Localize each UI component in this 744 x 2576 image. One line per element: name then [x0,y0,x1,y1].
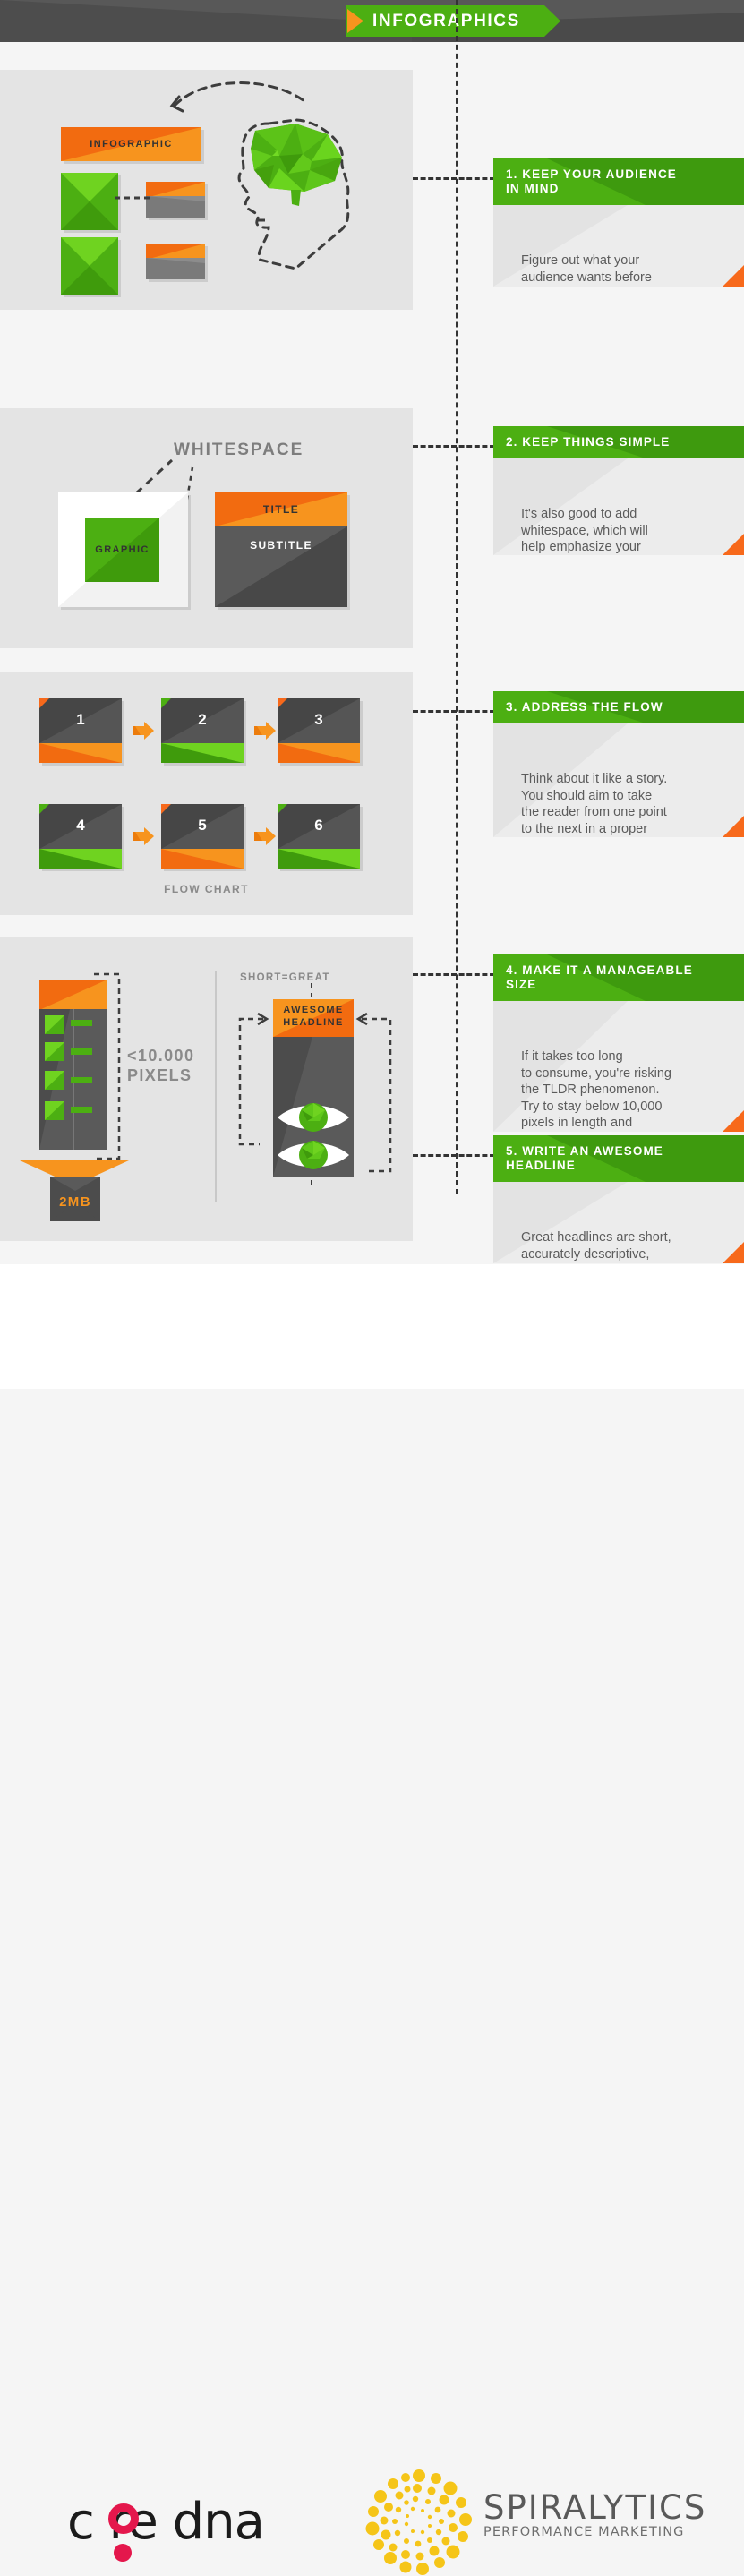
tip-card-heading-text: 1. KEEP YOUR AUDIENCE IN MIND [506,167,677,195]
title-label: TITLE [262,503,300,516]
size-label: 2MB [59,1194,91,1210]
tip-card-2[interactable]: 2. KEEP THINGS SIMPLE It's also good to … [493,426,744,555]
mock-green-block [45,1071,64,1090]
tip-card-5[interactable]: 5. WRITE AN AWESOME HEADLINE Great headl… [493,1135,744,1263]
tip-card-body: Figure out what your audience wants befo… [493,205,744,287]
illustration-panel-size: <10.000 PIXELS 2MB SHORT=GREAT AWESOME H… [0,937,413,1241]
flow-arrow-icon [254,722,276,740]
connector-to-card-5 [413,1154,495,1157]
coredna-logo[interactable]: c re dna [67,2493,327,2562]
gray-tile-2 [146,244,205,279]
flow-node: 3 [278,698,360,763]
flow-node-number: 6 [314,817,323,834]
flow-arrow-icon [133,722,154,740]
coredna-ring-icon [108,2503,139,2534]
infographic-banner-label: INFOGRAPHIC [90,139,173,150]
flow-node-number: 4 [76,817,85,834]
gray-tile-1 [146,182,205,218]
flow-node-number: 5 [198,817,207,834]
tip-card-3[interactable]: 3. ADDRESS THE FLOW Think about it like … [493,691,744,837]
illustration-panel-whitespace: WHITESPACE GRAPHIC TITLE SUBTITLE [0,408,413,648]
eye-icon [278,1103,349,1169]
spiralytics-spiral-icon [365,2469,472,2575]
tip-card-1[interactable]: 1. KEEP YOUR AUDIENCE IN MIND Figure out… [493,158,744,287]
spiralytics-name: SPIRALYTICS [483,2488,707,2527]
flow-arrow-icon [254,827,276,845]
tip-card-heading-text: 5. WRITE AN AWESOME HEADLINE [506,1144,663,1172]
page-footer: c re dna SPIRALYTICS PERFORMANCE MARKETI… [0,1264,744,2575]
mock-green-block [45,1015,64,1034]
connector-to-card-1 [413,177,495,180]
tip-card-heading-text: 3. ADDRESS THE FLOW [506,700,663,714]
tip-card-body: Great headlines are short, accurately de… [493,1182,744,1263]
coredna-wordmark: c re dna [67,2493,265,2551]
flow-chart-caption: FLOW CHART [164,883,249,895]
tip-card-body: Think about it like a story. You should … [493,723,744,837]
green-tile-2 [61,237,118,295]
flow-node-number: 3 [314,711,323,728]
flow-node: 4 [39,804,122,869]
flow-node: 5 [161,804,244,869]
tip-card-heading: 5. WRITE AN AWESOME HEADLINE [493,1135,744,1182]
connector-to-card-4 [413,973,495,976]
coredna-dot-icon [114,2544,132,2562]
flow-node: 6 [278,804,360,869]
connector-to-card-2 [413,445,495,448]
tip-card-heading: 3. ADDRESS THE FLOW [493,691,744,723]
page-title: INFOGRAPHICS [372,12,520,30]
brain-icon [251,124,342,206]
tip-card-body: If it takes too long to consume, you're … [493,1001,744,1132]
spiralytics-text-block: SPIRALYTICS PERFORMANCE MARKETING [483,2488,706,2539]
header-banner: INFOGRAPHICS [346,5,560,37]
tip-card-body-text: It's also good to add whitespace, which … [521,507,648,554]
tip-card-body-text: If it takes too long to consume, you're … [521,1049,671,1130]
flow-node-number: 1 [76,711,85,728]
spiralytics-tagline: PERFORMANCE MARKETING [483,2525,685,2539]
tip-card-heading-text: 2. KEEP THINGS SIMPLE [506,435,671,449]
mock-green-block [45,1042,64,1061]
spiralytics-logo[interactable]: SPIRALYTICS PERFORMANCE MARKETING [365,2469,705,2576]
flow-node-number: 2 [198,711,207,728]
awesome-headline-label: AWESOME HEADLINE [283,1005,344,1028]
subtitle-label: SUBTITLE [250,539,312,552]
green-tile-1 [61,173,118,230]
pixels-label: <10.000 PIXELS [127,1047,195,1084]
tip-card-heading: 1. KEEP YOUR AUDIENCE IN MIND [493,158,744,205]
tip-card-body-text: Great headlines are short, accurately de… [521,1230,671,1262]
page-header: INFOGRAPHICS [0,0,744,42]
connector-dash-1 [115,196,150,200]
tip-card-body: It's also good to add whitespace, which … [493,458,744,555]
tip-card-heading: 2. KEEP THINGS SIMPLE [493,426,744,458]
illustration-panel-audience: INFOGRAPHIC WHITESPACE GRAPHIC TITLE SUB… [0,70,744,2575]
flow-node: 2 [161,698,244,763]
short-great-callout: SHORT=GREAT [240,972,330,983]
tip-card-4[interactable]: 4. MAKE IT A MANAGEABLE SIZE If it takes… [493,954,744,1132]
mock-green-block [45,1101,64,1120]
connector-to-card-3 [413,710,495,713]
tip-card-heading: 4. MAKE IT A MANAGEABLE SIZE [493,954,744,1001]
tip-card-body-text: Figure out what your audience wants befo… [521,253,652,285]
flow-node: 1 [39,698,122,763]
tip-card-body-text: Think about it like a story. You should … [521,772,668,836]
tip-card-heading-text: 4. MAKE IT A MANAGEABLE SIZE [506,963,693,991]
graphic-tile-label: GRAPHIC [95,544,150,555]
illustration-panel-flowchart: 1 2 3 4 5 6 FLOW CHART [0,672,413,915]
panel-divider [215,971,217,1202]
flow-arrow-icon [133,827,154,845]
